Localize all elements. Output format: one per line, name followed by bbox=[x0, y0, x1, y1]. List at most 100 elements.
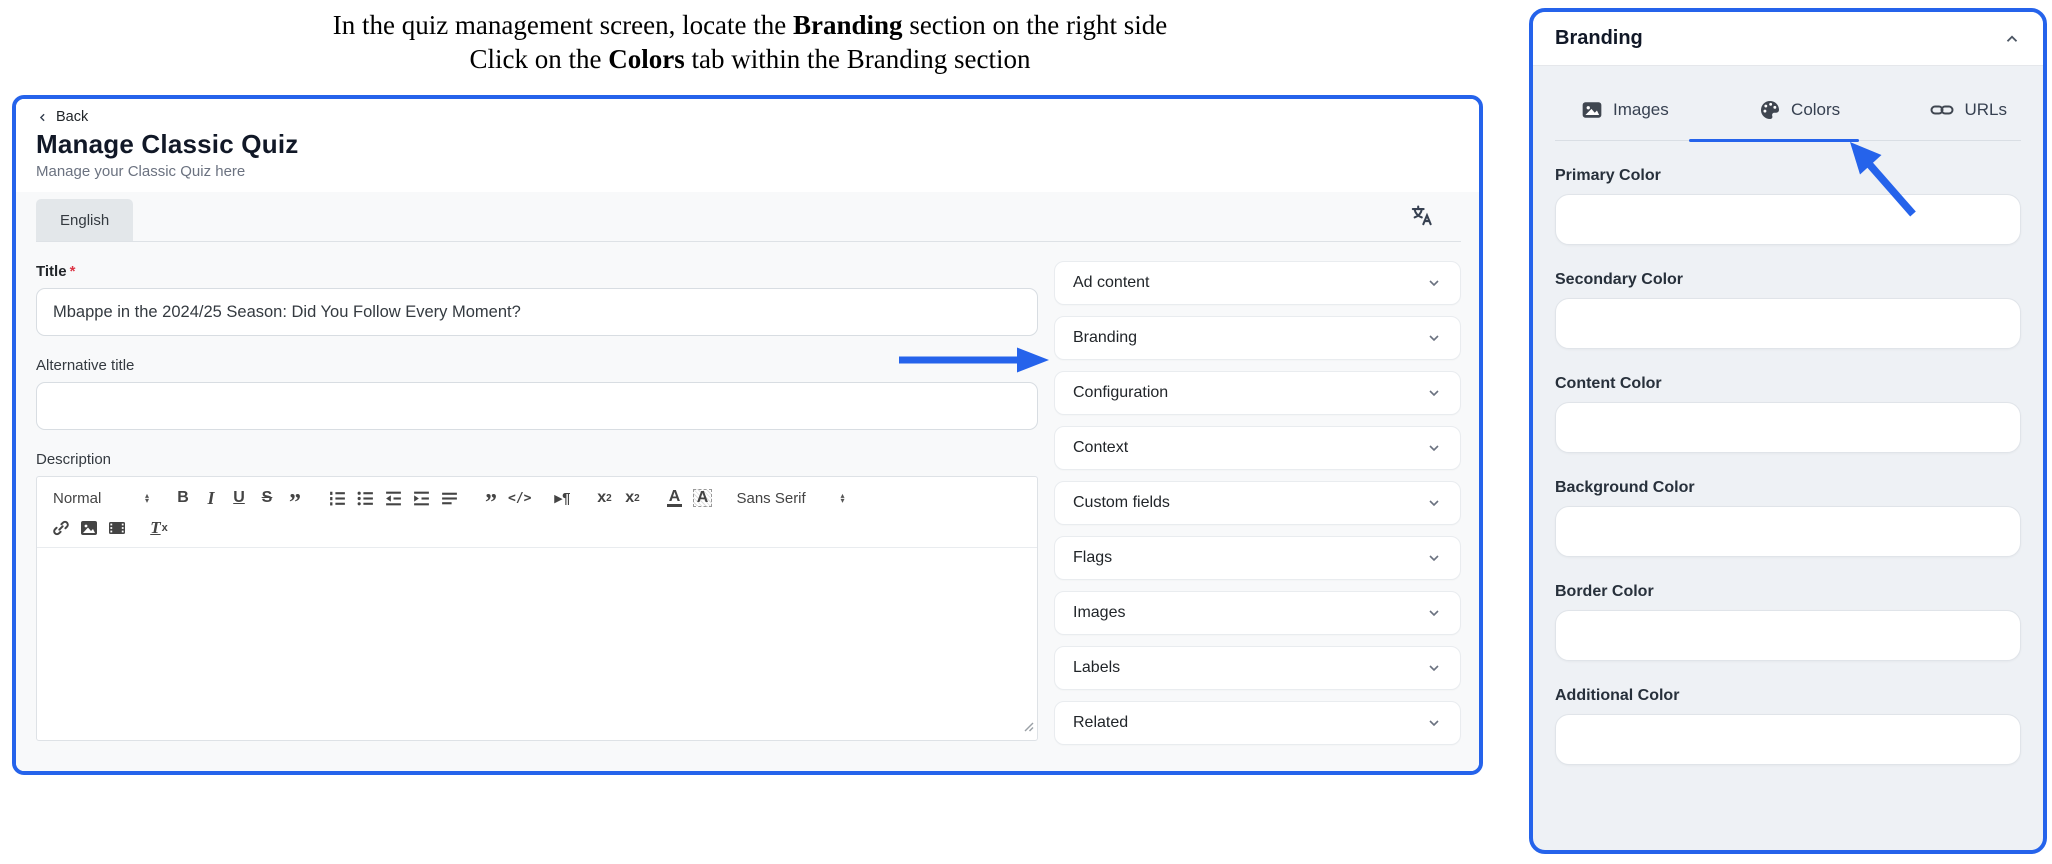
chevron-down-icon bbox=[1426, 275, 1442, 291]
accordion-item-flags[interactable]: Flags bbox=[1054, 536, 1461, 580]
accordion-item-images[interactable]: Images bbox=[1054, 591, 1461, 635]
instruction-text: In the quiz management screen, locate th… bbox=[170, 8, 1330, 76]
secondary-color-label: Secondary Color bbox=[1555, 271, 2021, 289]
text-color-button[interactable]: A bbox=[660, 485, 688, 511]
accordion-item-branding[interactable]: Branding bbox=[1054, 316, 1461, 360]
indent-icon bbox=[412, 489, 431, 508]
instruction-line-1: In the quiz management screen, locate th… bbox=[170, 8, 1330, 42]
tab-urls[interactable]: URLs bbox=[1930, 93, 2007, 140]
background-color-label: Background Color bbox=[1555, 479, 2021, 497]
additional-color-label: Additional Color bbox=[1555, 687, 2021, 705]
insert-video-button[interactable] bbox=[103, 515, 131, 541]
updown-arrows-icon: ▴▾ bbox=[840, 493, 844, 503]
blockquote-button[interactable]: ” bbox=[281, 485, 309, 511]
accordion-item-configuration[interactable]: Configuration bbox=[1054, 371, 1461, 415]
code-button[interactable]: </> bbox=[505, 485, 534, 511]
quiz-management-panel: Back Manage Classic Quiz Manage your Cla… bbox=[12, 95, 1483, 775]
additional-color-input[interactable] bbox=[1555, 714, 2021, 765]
chevron-left-icon bbox=[36, 111, 49, 124]
accordion-item-labels[interactable]: Labels bbox=[1054, 646, 1461, 690]
branding-panel-title: Branding bbox=[1555, 27, 1643, 50]
description-textarea[interactable] bbox=[37, 548, 1037, 740]
background-color-button[interactable]: A bbox=[688, 485, 716, 511]
align-button[interactable] bbox=[435, 485, 463, 511]
branding-panel-header[interactable]: Branding bbox=[1533, 12, 2043, 66]
ordered-list-icon bbox=[328, 489, 347, 508]
title-label: Title* bbox=[36, 263, 1038, 280]
link-icon bbox=[51, 518, 71, 538]
border-color-input[interactable] bbox=[1555, 610, 2021, 661]
subscript-button[interactable]: x2 bbox=[590, 485, 618, 511]
border-color-label: Border Color bbox=[1555, 583, 2021, 601]
chevron-down-icon bbox=[1426, 550, 1442, 566]
italic-button[interactable]: I bbox=[197, 485, 225, 511]
chevron-down-icon bbox=[1426, 715, 1442, 731]
image-icon bbox=[79, 518, 99, 538]
palette-icon bbox=[1759, 99, 1781, 121]
chevron-down-icon bbox=[1426, 440, 1442, 456]
tab-english[interactable]: English bbox=[36, 199, 133, 241]
secondary-color-input[interactable] bbox=[1555, 298, 2021, 349]
chevron-down-icon bbox=[1426, 385, 1442, 401]
insert-image-button[interactable] bbox=[75, 515, 103, 541]
branding-panel: Branding Images Colors bbox=[1529, 8, 2047, 854]
chevron-up-icon bbox=[2003, 30, 2021, 48]
quote-button[interactable]: ” bbox=[477, 485, 505, 511]
paragraph-style-select[interactable]: Normal ▴▾ bbox=[47, 490, 155, 507]
quiz-form-section: English Title* Alternative title bbox=[16, 192, 1479, 771]
page-title: Manage Classic Quiz bbox=[36, 129, 1459, 160]
accordion-item-custom-fields[interactable]: Custom fields bbox=[1054, 481, 1461, 525]
accordion-item-ad-content[interactable]: Ad content bbox=[1054, 261, 1461, 305]
align-icon bbox=[440, 489, 459, 508]
translate-button[interactable] bbox=[1409, 202, 1435, 233]
chevron-down-icon bbox=[1426, 660, 1442, 676]
chevron-down-icon bbox=[1426, 495, 1442, 511]
back-label: Back bbox=[56, 109, 88, 125]
chevron-down-icon bbox=[1426, 330, 1442, 346]
resize-grip-icon bbox=[1022, 720, 1034, 732]
quiz-fields-column: Title* Alternative title Description Nor… bbox=[36, 242, 1038, 771]
description-editor: Normal ▴▾ B I U S ” bbox=[36, 476, 1038, 741]
title-input[interactable] bbox=[36, 288, 1038, 336]
resize-handle[interactable] bbox=[1022, 719, 1034, 737]
alternative-title-input[interactable] bbox=[36, 382, 1038, 430]
superscript-button[interactable]: x2 bbox=[618, 485, 646, 511]
active-tab-underline bbox=[1689, 139, 1859, 143]
underline-button[interactable]: U bbox=[225, 485, 253, 511]
link-button[interactable] bbox=[47, 515, 75, 541]
content-color-label: Content Color bbox=[1555, 375, 2021, 393]
outdent-button[interactable] bbox=[379, 485, 407, 511]
accordion-item-context[interactable]: Context bbox=[1054, 426, 1461, 470]
language-tab-bar: English bbox=[36, 192, 1461, 242]
branding-tabs: Images Colors URLs bbox=[1555, 93, 2021, 141]
clear-formatting-button[interactable]: Tx bbox=[145, 515, 173, 541]
translate-icon bbox=[1409, 202, 1435, 228]
link-icon bbox=[1930, 98, 1954, 122]
page-subtitle: Manage your Classic Quiz here bbox=[36, 163, 1459, 180]
settings-accordion: Ad content Branding Configuration Contex… bbox=[1054, 242, 1461, 771]
outdent-icon bbox=[384, 489, 403, 508]
content-color-input[interactable] bbox=[1555, 402, 2021, 453]
image-icon bbox=[1581, 99, 1603, 121]
quiz-panel-header: Back Manage Classic Quiz Manage your Cla… bbox=[16, 99, 1479, 192]
font-family-select[interactable]: Sans Serif ▴▾ bbox=[730, 490, 850, 507]
text-direction-button[interactable]: ▸¶ bbox=[548, 485, 576, 511]
bullet-list-icon bbox=[356, 489, 375, 508]
strikethrough-button[interactable]: S bbox=[253, 485, 281, 511]
tab-images[interactable]: Images bbox=[1581, 93, 1669, 140]
tab-colors[interactable]: Colors bbox=[1759, 93, 1840, 140]
chevron-down-icon bbox=[1426, 605, 1442, 621]
back-button[interactable]: Back bbox=[36, 109, 88, 125]
primary-color-input[interactable] bbox=[1555, 194, 2021, 245]
accordion-item-related[interactable]: Related bbox=[1054, 701, 1461, 745]
bullet-list-button[interactable] bbox=[351, 485, 379, 511]
instruction-line-2: Click on the Colors tab within the Brand… bbox=[170, 42, 1330, 76]
alternative-title-label: Alternative title bbox=[36, 357, 1038, 374]
indent-button[interactable] bbox=[407, 485, 435, 511]
bold-button[interactable]: B bbox=[169, 485, 197, 511]
video-icon bbox=[107, 518, 127, 538]
description-label: Description bbox=[36, 451, 1038, 468]
updown-arrows-icon: ▴▾ bbox=[145, 493, 149, 503]
background-color-input[interactable] bbox=[1555, 506, 2021, 557]
ordered-list-button[interactable] bbox=[323, 485, 351, 511]
